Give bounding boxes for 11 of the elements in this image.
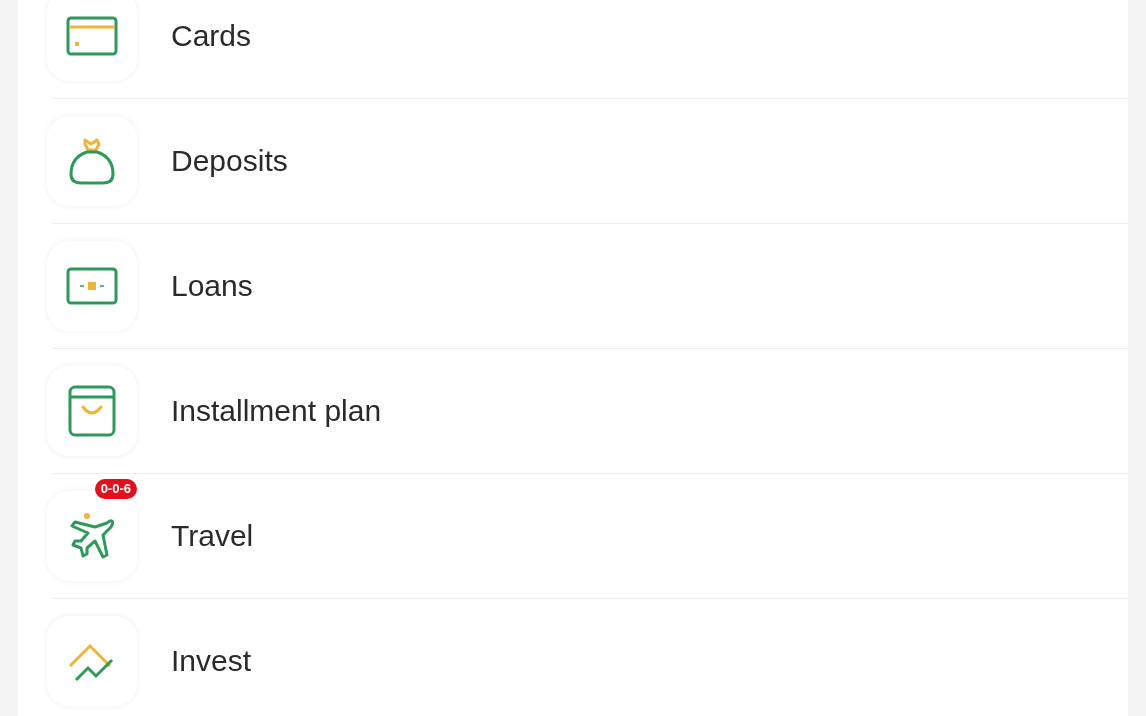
shopping-bag-icon — [68, 385, 116, 437]
card-icon — [66, 16, 118, 56]
menu-item-label[interactable]: Loans — [171, 269, 253, 303]
banknote-icon — [66, 267, 118, 305]
menu-item-label[interactable]: Installment plan — [171, 394, 382, 428]
money-bag-icon — [67, 136, 117, 186]
menu-item-label[interactable]: Deposits — [171, 144, 288, 178]
notification-badge: 0-0-6 — [94, 479, 137, 499]
menu-item-label[interactable]: Invest — [171, 644, 252, 678]
menu-item-label[interactable]: Cards — [171, 19, 252, 53]
menu-item-label[interactable]: Travel — [171, 519, 254, 553]
